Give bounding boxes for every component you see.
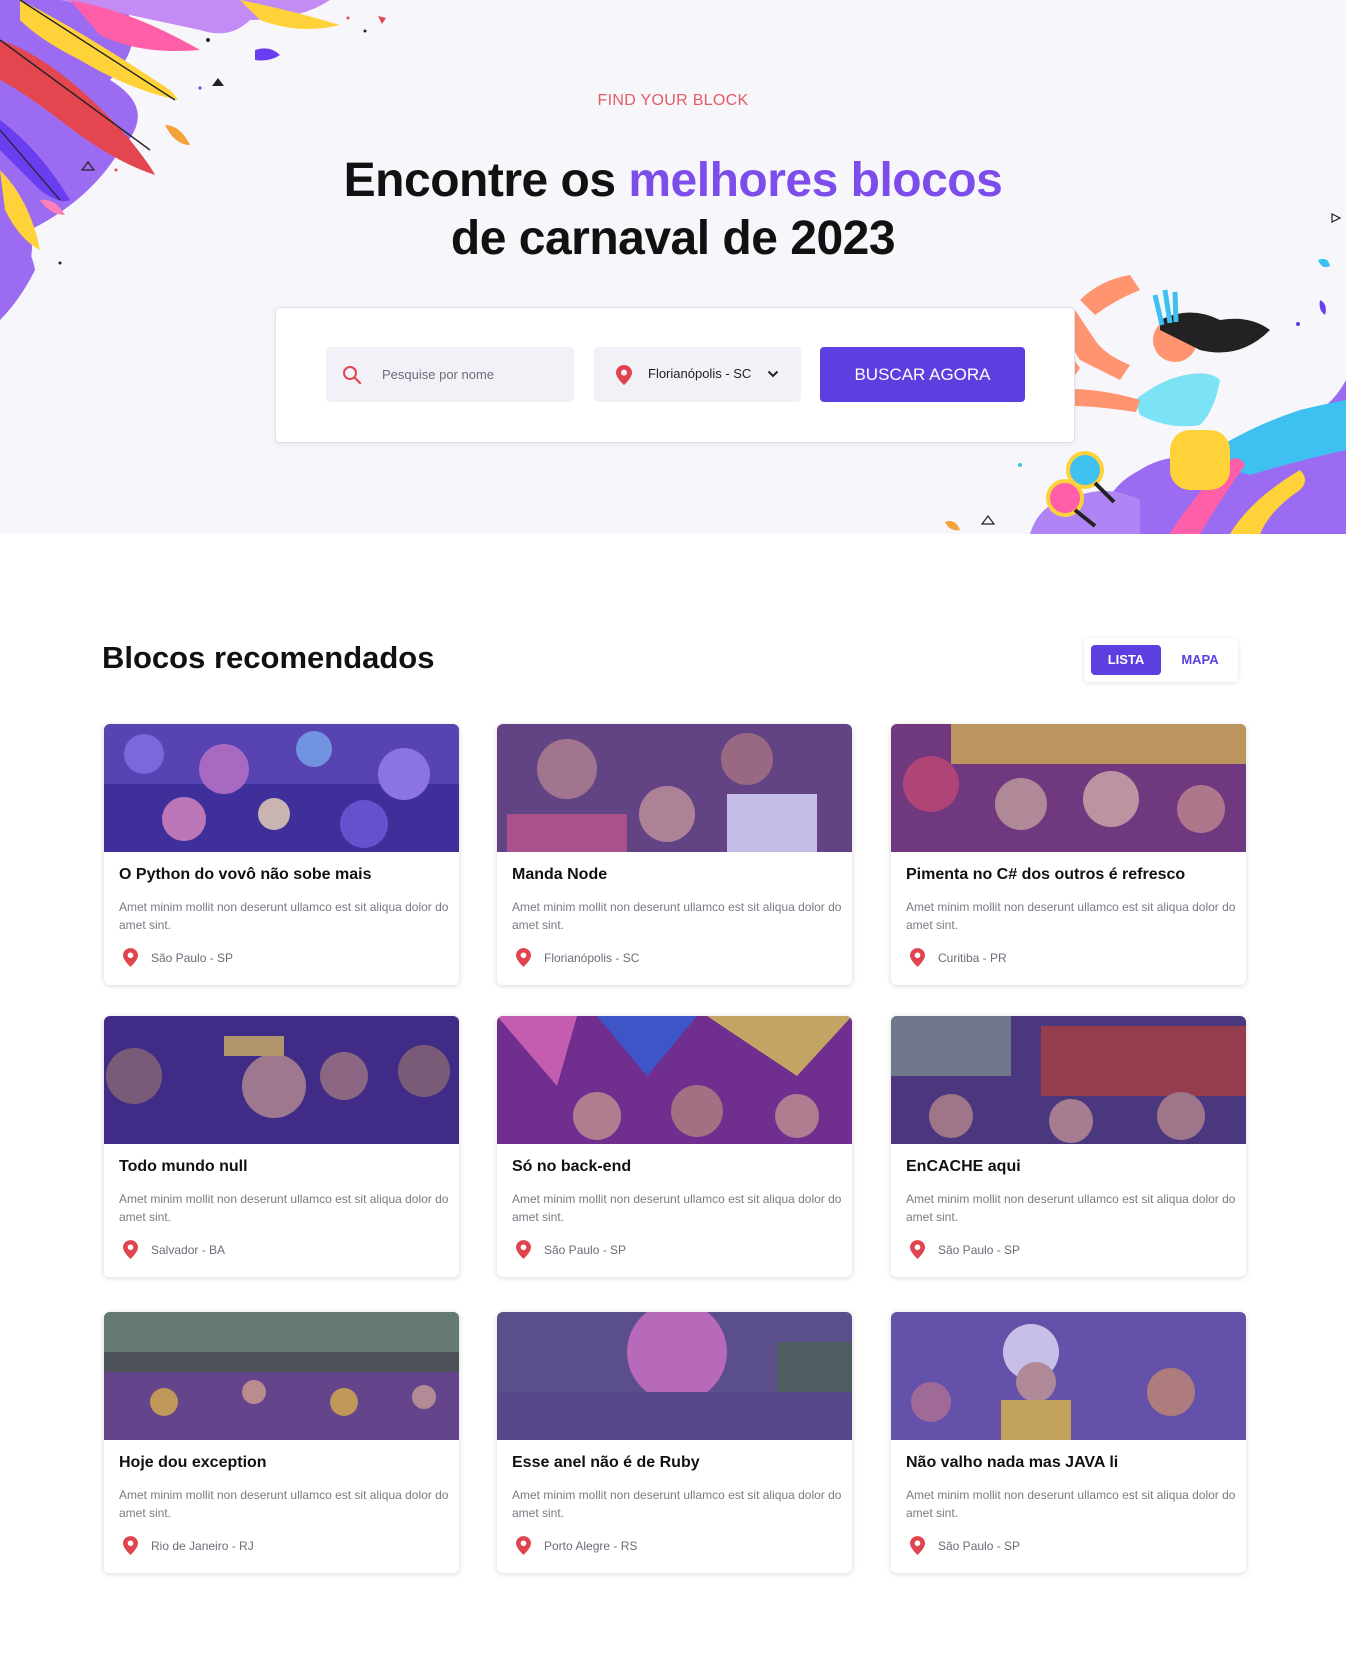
block-description: Amet minim mollit non deserunt ullamco e… <box>119 900 449 932</box>
city-select[interactable]: Florianópolis - SC <box>594 347 801 402</box>
search-input[interactable] <box>382 347 567 402</box>
block-description: Amet minim mollit non deserunt ullamco e… <box>512 1488 842 1520</box>
block-photo <box>497 1016 852 1144</box>
view-toggle: LISTA MAPA <box>1084 638 1238 682</box>
block-photo <box>891 1016 1246 1144</box>
block-title: Esse anel não é de Ruby <box>512 1454 700 1471</box>
block-photo <box>104 724 459 852</box>
block-card[interactable]: Manda Node Amet minim mollit non deserun… <box>497 724 852 985</box>
block-location-text: Rio de Janeiro - RJ <box>151 1539 254 1553</box>
city-select-value: Florianópolis - SC <box>648 366 752 381</box>
block-location-text: Porto Alegre - RS <box>544 1539 638 1553</box>
block-location-text: São Paulo - SP <box>938 1243 1021 1257</box>
block-description: Amet minim mollit non deserunt ullamco e… <box>119 1192 449 1224</box>
block-location-text: Curitiba - PR <box>938 951 1007 965</box>
block-photo <box>497 724 852 852</box>
block-location-text: Florianópolis - SC <box>544 951 640 965</box>
block-description: Amet minim mollit non deserunt ullamco e… <box>906 1192 1236 1224</box>
block-title: Manda Node <box>512 866 608 883</box>
search-panel: Florianópolis - SC BUSCAR AGORA <box>275 307 1075 443</box>
map-pin-icon <box>123 1240 138 1259</box>
block-card[interactable]: O Python do vovô não sobe mais Amet mini… <box>104 724 459 985</box>
map-pin-icon <box>123 1536 138 1555</box>
map-pin-icon <box>910 1536 925 1555</box>
block-title: Só no back-end <box>512 1158 632 1175</box>
block-title: Todo mundo null <box>119 1158 248 1175</box>
block-photo <box>891 724 1246 852</box>
block-card[interactable]: Não valho nada mas JAVA li Amet minim mo… <box>891 1312 1246 1573</box>
hero-section: FIND YOUR BLOCK Encontre os melhores blo… <box>0 0 1346 534</box>
map-pin-icon <box>616 365 632 385</box>
block-card[interactable]: EnCACHE aqui Amet minim mollit non deser… <box>891 1016 1246 1277</box>
block-photo <box>104 1016 459 1144</box>
block-location-text: São Paulo - SP <box>938 1539 1021 1553</box>
headline-part-1: Encontre os <box>343 154 629 207</box>
block-location-text: São Paulo - SP <box>151 951 234 965</box>
map-pin-icon <box>910 948 925 967</box>
block-card[interactable]: Hoje dou exception Amet minim mollit non… <box>104 1312 459 1573</box>
block-title: Hoje dou exception <box>119 1454 267 1471</box>
view-toggle-map-button[interactable]: MAPA <box>1168 645 1232 675</box>
block-location-text: Salvador - BA <box>151 1243 226 1257</box>
section-title: Blocos recomendados <box>102 640 435 675</box>
headline-accent: melhores blocos <box>628 154 1003 207</box>
view-toggle-list-button[interactable]: LISTA <box>1091 645 1161 675</box>
block-description: Amet minim mollit non deserunt ullamco e… <box>119 1488 449 1520</box>
map-pin-icon <box>516 948 531 967</box>
block-title: EnCACHE aqui <box>906 1158 1021 1175</box>
block-title: Não valho nada mas JAVA li <box>906 1454 1119 1471</box>
block-photo <box>891 1312 1246 1440</box>
block-description: Amet minim mollit non deserunt ullamco e… <box>906 900 1236 932</box>
block-photo <box>104 1312 459 1440</box>
block-title: Pimenta no C# dos outros é refresco <box>906 866 1186 883</box>
headline-part-2: de carnaval de 2023 <box>450 212 896 265</box>
map-pin-icon <box>516 1240 531 1259</box>
block-description: Amet minim mollit non deserunt ullamco e… <box>906 1488 1236 1520</box>
block-card[interactable]: Pimenta no C# dos outros é refresco Amet… <box>891 724 1246 985</box>
map-pin-icon <box>910 1240 925 1259</box>
block-photo <box>497 1312 852 1440</box>
block-card[interactable]: Todo mundo null Amet minim mollit non de… <box>104 1016 459 1277</box>
page-headline: Encontre os melhores blocos de carnaval … <box>0 152 1346 268</box>
search-icon <box>343 366 362 385</box>
block-title: O Python do vovô não sobe mais <box>119 866 372 883</box>
block-card[interactable]: Só no back-end Amet minim mollit non des… <box>497 1016 852 1277</box>
search-submit-button[interactable]: BUSCAR AGORA <box>820 347 1025 402</box>
chevron-down-icon <box>767 370 779 378</box>
map-pin-icon <box>123 948 138 967</box>
search-field-container[interactable] <box>326 347 574 402</box>
block-card[interactable]: Esse anel não é de Ruby Amet minim molli… <box>497 1312 852 1573</box>
eyebrow-label: FIND YOUR BLOCK <box>597 92 749 109</box>
block-description: Amet minim mollit non deserunt ullamco e… <box>512 900 842 932</box>
block-location-text: São Paulo - SP <box>544 1243 627 1257</box>
map-pin-icon <box>516 1536 531 1555</box>
block-description: Amet minim mollit non deserunt ullamco e… <box>512 1192 842 1224</box>
